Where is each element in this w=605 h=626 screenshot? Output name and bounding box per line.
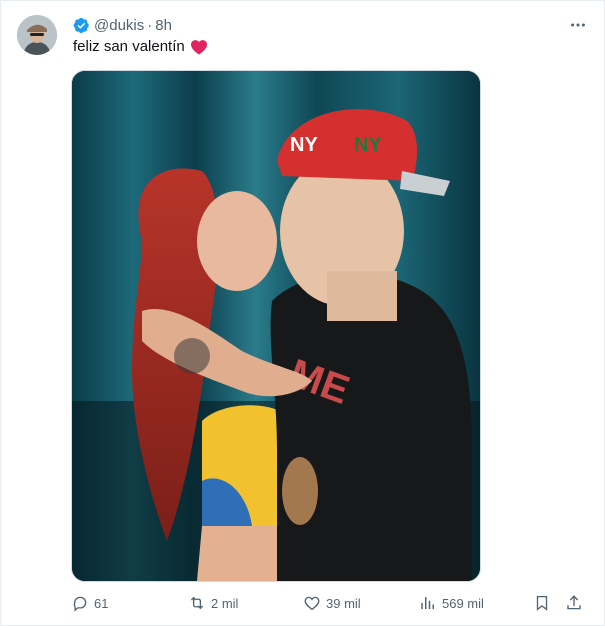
reply-button[interactable]: 61 [71, 590, 108, 616]
tweet-card[interactable]: @dukis · 8h feliz san valentín ME NY NY … [0, 0, 605, 626]
retweet-count: 2 mil [211, 595, 239, 611]
tweet-body: feliz san valentín [73, 38, 185, 55]
svg-text:NY: NY [290, 134, 318, 156]
bookmark-icon [536, 595, 548, 611]
like-button[interactable]: 39 mil [303, 590, 361, 616]
views-button[interactable]: 569 mil [419, 590, 484, 616]
view-count: 569 mil [442, 595, 484, 611]
bookmark-button[interactable] [533, 590, 556, 616]
more-icon [571, 23, 585, 27]
retweet-icon [190, 596, 204, 610]
like-count: 39 mil [326, 595, 361, 611]
tweet-header: @dukis · 8h [73, 15, 588, 35]
reply-icon [73, 596, 87, 612]
share-icon [567, 595, 581, 610]
verified-badge-icon [73, 17, 90, 34]
separator-dot: · [147, 16, 153, 34]
user-handle[interactable]: @dukis [94, 17, 144, 34]
tweet-actions-bar: 61 2 mil 39 mil 569 mil [71, 590, 591, 616]
reply-count: 61 [94, 595, 109, 611]
timestamp[interactable]: 8h [155, 17, 172, 34]
retweet-button[interactable]: 2 mil [188, 590, 238, 616]
svg-text:NY: NY [354, 134, 382, 156]
views-icon [421, 597, 434, 609]
like-icon [304, 596, 320, 611]
avatar[interactable] [17, 15, 57, 55]
tweet-text: feliz san valentín [73, 37, 208, 57]
tweet-photo[interactable]: ME NY NY [71, 70, 481, 582]
red-heart-icon [190, 39, 208, 55]
more-options-button[interactable] [568, 15, 588, 35]
share-button[interactable] [565, 590, 588, 616]
